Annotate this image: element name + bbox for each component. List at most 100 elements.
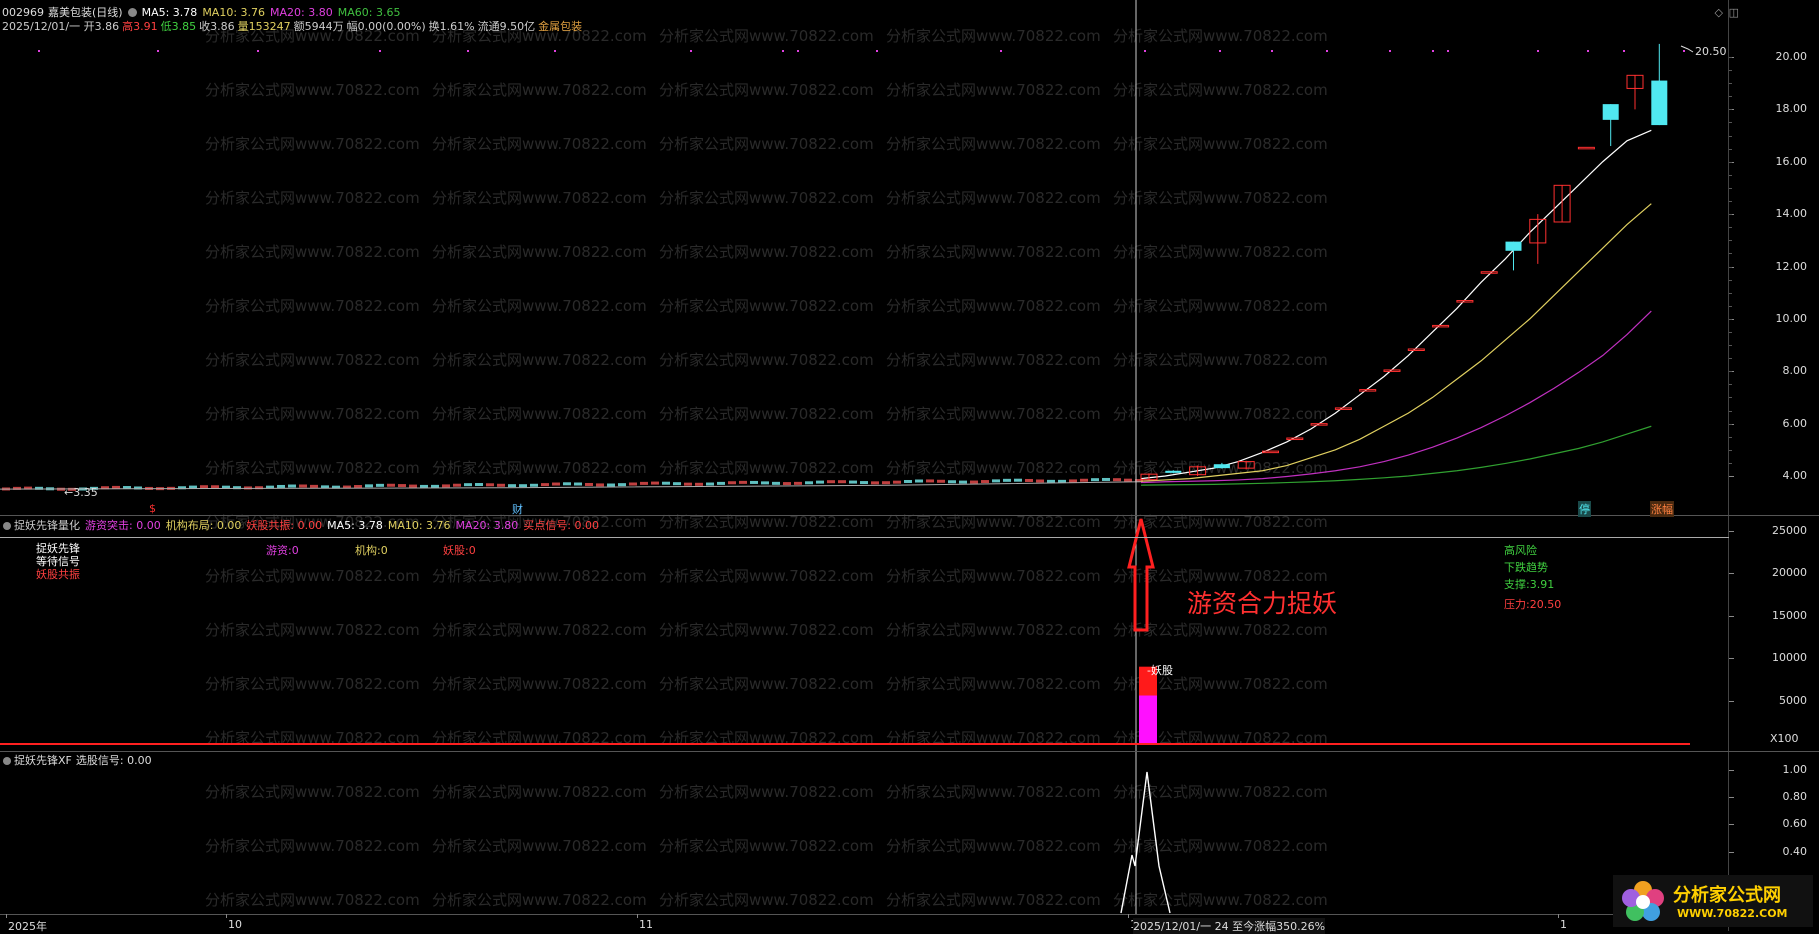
candle [1213, 462, 1230, 469]
history-candle [596, 483, 604, 487]
price-minor-tick [1729, 109, 1732, 111]
price-minor-tick [1729, 240, 1732, 242]
history-candle [1091, 478, 1099, 482]
history-candle [805, 481, 813, 485]
price-tick: 20.00 [1775, 50, 1808, 63]
candle [1602, 104, 1619, 147]
price-tick: 6.00 [1782, 416, 1808, 430]
history-candle [464, 483, 472, 487]
history-candle [585, 482, 593, 486]
volume-tickmark [1729, 573, 1734, 575]
volume-tick: 20000 [1772, 566, 1807, 580]
signal-tick: 0.80 [1782, 790, 1808, 804]
history-candle [816, 480, 824, 484]
price-tick: 18.00 [1775, 102, 1808, 116]
price-tick: 8.00 [1782, 364, 1808, 378]
history-candle [827, 480, 835, 484]
price-minor-tick [1729, 449, 1732, 451]
history-candle [453, 483, 461, 487]
pane-separator-2 [0, 751, 1819, 752]
pane2-title-item: 游资突击: 0.00 [85, 519, 161, 532]
signal-dot [690, 50, 692, 52]
high-arrow [1680, 45, 1694, 53]
history-candle [519, 484, 527, 488]
price-tick: 14.00 [1775, 207, 1808, 221]
time-tick: 10 [228, 918, 242, 931]
signal-dot [157, 50, 159, 52]
pane2-title: 捉妖先锋量化 游资突击: 0.00 机构布局: 0.00 妖股共振: 0.00 MA5:… [3, 517, 604, 533]
history-candle [1047, 479, 1055, 483]
signal-dot [1432, 50, 1434, 52]
time-tickmark [226, 914, 227, 918]
price-minor-tick [1729, 122, 1732, 124]
logo: 分析家公式网 WWW.70822.COM [1613, 875, 1813, 927]
history-candle [574, 482, 582, 486]
pane2-title-item: 买点信号: 0.00 [523, 519, 599, 532]
ma-line-ma5 [1140, 129, 1652, 480]
status-line-1: 捉妖先锋 [36, 542, 80, 555]
candle [1334, 407, 1352, 410]
history-candle [915, 479, 923, 483]
price-minor-tick [1729, 410, 1732, 412]
price-minor-tick [1729, 462, 1732, 464]
youzi-bar [1139, 695, 1157, 743]
volume-tick: 15000 [1772, 608, 1807, 622]
low-price-label: ←3.35 [64, 486, 98, 499]
history-candle [475, 483, 483, 487]
signal-dot [1389, 50, 1391, 52]
history-candle [277, 484, 285, 488]
time-tickmark [1558, 914, 1559, 918]
history-candle [288, 484, 296, 488]
price-minor-tick [1729, 423, 1732, 425]
pane3-settings-dot-icon[interactable] [3, 757, 11, 765]
price-minor-tick [1729, 358, 1732, 360]
candle [1553, 184, 1571, 223]
price-minor-tick [1729, 148, 1732, 150]
price-minor-tick [1729, 174, 1732, 176]
price-minor-tick [1729, 345, 1732, 347]
pane3-title: 捉妖先锋XF 选股信号: 0.00 [3, 752, 152, 768]
history-candle [310, 484, 318, 488]
signal-tickmark [1729, 851, 1734, 853]
history-candle [398, 484, 406, 488]
candle [1286, 437, 1304, 441]
history-candle [1003, 478, 1011, 482]
signal-dot [1271, 50, 1273, 52]
price-minor-tick [1729, 161, 1732, 163]
history-candle [1102, 477, 1110, 481]
pane2-left-text: 捉妖先锋 等待信号 妖股共振 [36, 542, 80, 581]
history-candle [783, 482, 791, 486]
status-line-2: 等待信号 [36, 555, 80, 568]
history-candle [981, 480, 989, 484]
signal-dot [257, 50, 259, 52]
history-candle [552, 482, 560, 486]
time-tickmark [1128, 914, 1129, 918]
signal-dot [379, 50, 381, 52]
pane2-title-item: 妖股共振: 0.00 [246, 519, 323, 532]
price-tickmark [1729, 476, 1734, 477]
price-minor-tick [1729, 187, 1732, 189]
history-candle [838, 480, 846, 484]
signal-dot [876, 50, 878, 52]
history-candle [1080, 478, 1088, 482]
history-candle [992, 479, 1000, 483]
history-candle [662, 481, 670, 485]
history-candle [486, 483, 494, 487]
signal-dot [1623, 50, 1625, 52]
time-axis-line [0, 914, 1729, 915]
pane2-settings-dot-icon[interactable] [3, 522, 11, 530]
volume-tickmark [1729, 615, 1734, 617]
price-minor-tick [1729, 201, 1732, 203]
volume-tick: 10000 [1772, 651, 1807, 665]
candle [1456, 300, 1474, 303]
signal-dot [467, 50, 469, 52]
signal-dot [1326, 50, 1328, 52]
history-candle [849, 480, 857, 484]
signal-dot [554, 50, 556, 52]
history-candle [794, 481, 802, 485]
status-line-3: 妖股共振 [36, 568, 80, 581]
history-candle [893, 480, 901, 484]
history-candle [365, 484, 373, 488]
history-candle [684, 482, 692, 486]
risk-label: 高风险 [1504, 544, 1537, 557]
